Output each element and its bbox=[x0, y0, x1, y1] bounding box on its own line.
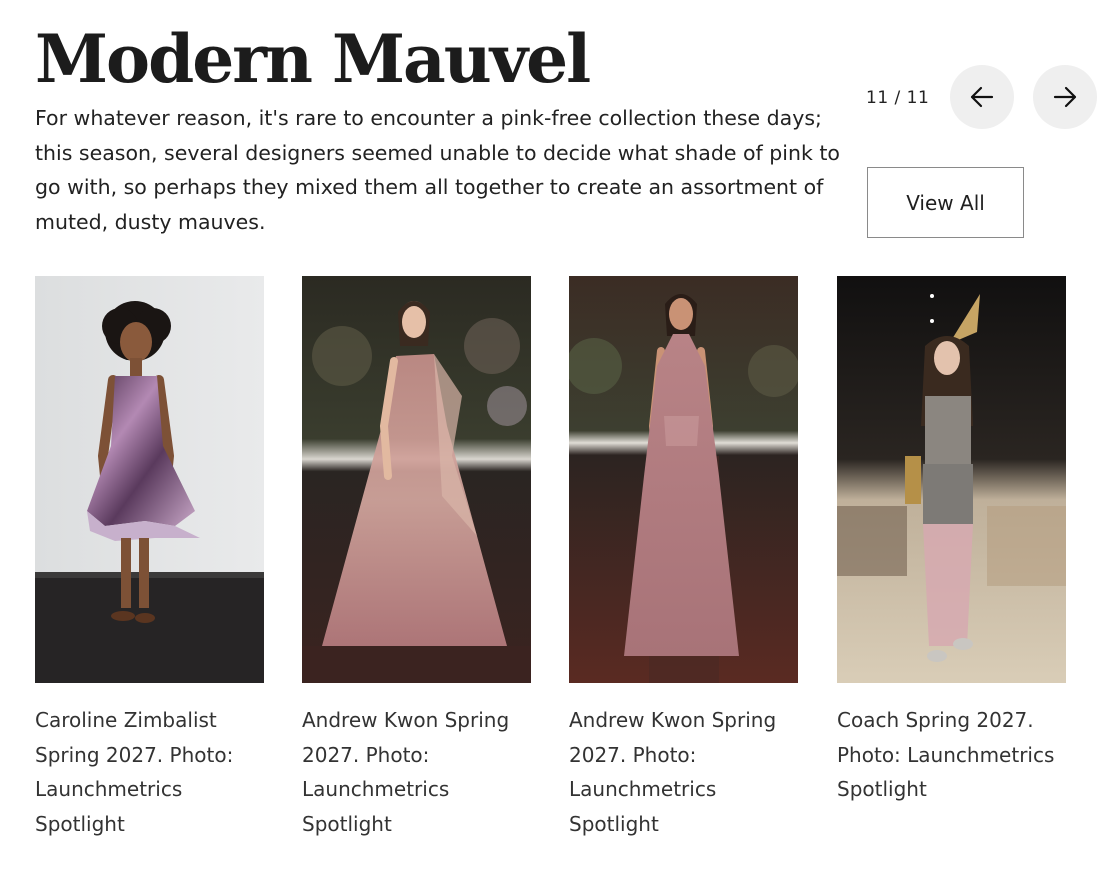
card-caption: Coach Spring 2027. Photo: Launchmetrics … bbox=[837, 708, 1055, 801]
gallery-title: Modern Mauvel bbox=[35, 20, 591, 98]
gallery-card[interactable]: Caroline Zimbalist Spring 2027. Photo: L… bbox=[35, 276, 264, 841]
view-all-button[interactable]: View All bbox=[867, 167, 1024, 238]
runway-photo[interactable] bbox=[302, 276, 531, 683]
gallery-card[interactable]: Andrew Kwon Spring 2027. Photo: Launchme… bbox=[302, 276, 531, 841]
card-caption: Andrew Kwon Spring 2027. Photo: Launchme… bbox=[569, 708, 777, 836]
card-caption: Caroline Zimbalist Spring 2027. Photo: L… bbox=[35, 708, 234, 836]
card-caption: Andrew Kwon Spring 2027. Photo: Launchme… bbox=[302, 708, 510, 836]
runway-photo[interactable] bbox=[569, 276, 798, 683]
previous-button[interactable] bbox=[950, 65, 1014, 129]
gallery-card[interactable]: Coach Spring 2027. Photo: Launchmetrics … bbox=[837, 276, 1066, 807]
next-button[interactable] bbox=[1033, 65, 1097, 129]
gallery-description: For whatever reason, it's rare to encoun… bbox=[35, 106, 840, 234]
slide-counter: 11 / 11 bbox=[866, 88, 930, 108]
arrow-right-icon bbox=[1053, 86, 1077, 108]
gallery-card[interactable]: Andrew Kwon Spring 2027. Photo: Launchme… bbox=[569, 276, 798, 841]
arrow-left-icon bbox=[970, 86, 994, 108]
runway-photo[interactable] bbox=[837, 276, 1066, 683]
runway-photo[interactable] bbox=[35, 276, 264, 683]
